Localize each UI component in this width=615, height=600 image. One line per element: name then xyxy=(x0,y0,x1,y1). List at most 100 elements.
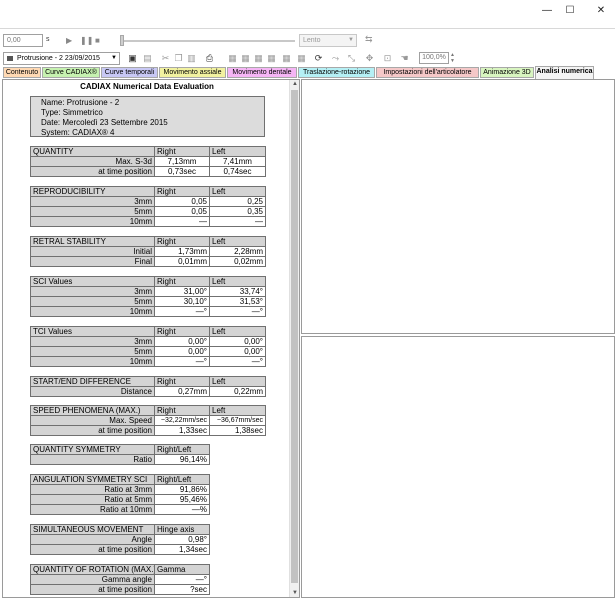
view-panel-bottom[interactable] xyxy=(301,336,615,598)
speed-phenomena-table: SPEED PHENOMENA (MAX.) Right Left Max. S… xyxy=(30,405,266,436)
stop-icon[interactable]: ■ xyxy=(95,35,100,46)
table-cell: —° xyxy=(154,356,210,367)
move-icon[interactable]: ✥ xyxy=(364,53,375,64)
tab-animazione-3d[interactable]: Animazione 3D xyxy=(480,67,534,78)
table-cell: 7,41mm xyxy=(209,156,266,167)
table-cell: —° xyxy=(154,574,210,585)
tab-movimento-dentale[interactable]: Movimento dentale xyxy=(227,67,297,78)
curve-tool-icon[interactable]: ⤳ xyxy=(330,53,341,64)
tab-analisi-numerica[interactable]: Analisi numerica xyxy=(535,66,594,79)
maximize-button[interactable]: ☐ xyxy=(560,3,580,19)
table-cell: 1,33sec xyxy=(154,425,210,436)
time-input[interactable]: 0,00 xyxy=(3,34,43,47)
row-label: 5mm xyxy=(30,206,155,217)
vertical-scrollbar[interactable]: ▲ ▼ xyxy=(289,80,299,597)
zoom-spinner-icon[interactable]: ▲ ▼ xyxy=(450,52,455,64)
tab-movimento-assiale[interactable]: Movimento assiale xyxy=(159,67,226,78)
row-label: at time position xyxy=(30,544,155,555)
record-select[interactable]: Protrusione - 2 23/09/2015 ▼ xyxy=(3,52,120,65)
table-header-cell: QUANTITY xyxy=(30,146,155,157)
info-name: Name: Protrusione - 2 xyxy=(41,98,120,107)
tci-values-table: TCI Values Right Left 3mm 0,00° 0,00° 5m… xyxy=(30,326,266,367)
row-label: at time position xyxy=(30,584,155,595)
minimize-button[interactable]: — xyxy=(537,3,557,19)
table-cell: —° xyxy=(209,306,266,317)
speed-select[interactable]: Lento ▼ xyxy=(299,34,357,47)
table-header-row: REPRODUCIBILITY Right Left xyxy=(30,186,266,197)
table-cell: —° xyxy=(209,356,266,367)
title-bar: — ☐ ✕ xyxy=(0,0,615,28)
reproducibility-table: REPRODUCIBILITY Right Left 3mm 0,05 0,25… xyxy=(30,186,266,227)
zoom-input[interactable]: 100,0% xyxy=(419,52,449,64)
row-label: 3mm xyxy=(30,286,155,297)
table-cell: 0,73sec xyxy=(154,166,210,177)
layout-5-icon[interactable]: ▦ xyxy=(281,53,292,64)
table-row: at time position 1,34sec xyxy=(30,544,210,555)
scroll-up-icon[interactable]: ▲ xyxy=(290,81,299,87)
table-header-cell: Left xyxy=(209,186,266,197)
rotation-quantity-table: QUANTITY OF ROTATION (MAX.) Gamma Gamma … xyxy=(30,564,210,595)
tab-curve-temporali[interactable]: Curve temporali xyxy=(101,67,158,78)
table-header-row: SCI Values Right Left xyxy=(30,276,266,287)
table-cell: 0,02mm xyxy=(209,256,266,267)
start-end-difference-table: START/END DIFFERENCE Right Left Distance… xyxy=(30,376,266,397)
timeline-slider-thumb[interactable] xyxy=(120,35,124,46)
chevron-down-icon: ▼ xyxy=(111,55,117,61)
grid-icon[interactable]: ▦ xyxy=(296,53,307,64)
close-button[interactable]: ✕ xyxy=(591,3,611,19)
info-type: Type: Simmetrico xyxy=(41,108,103,117)
scroll-down-icon[interactable]: ▼ xyxy=(290,590,299,596)
layout-4-icon[interactable]: ▦ xyxy=(266,53,277,64)
table-row: Final 0,01mm 0,02mm xyxy=(30,256,266,267)
tab-traslazione-rotazione[interactable]: Traslazione-rotazione xyxy=(298,67,375,78)
table-cell: 33,74° xyxy=(209,286,266,297)
measure-icon[interactable]: ⤡ xyxy=(346,53,357,64)
view-panel-top[interactable] xyxy=(301,79,615,334)
row-label: 5mm xyxy=(30,346,155,357)
sync-icon[interactable]: ⟳ xyxy=(313,53,324,64)
play-icon[interactable]: ▶ xyxy=(66,35,72,46)
layout-1-icon[interactable]: ▦ xyxy=(227,53,238,64)
save-icon[interactable]: ▣ xyxy=(127,53,138,64)
print-icon[interactable]: ⎙ xyxy=(204,53,215,64)
speed-select-value: Lento xyxy=(303,37,321,44)
table-header-cell: Left xyxy=(209,376,266,387)
tab-impostazioni-articolatore[interactable]: Impostazioni dell'articolatore xyxy=(376,67,479,78)
table-header-cell: REPRODUCIBILITY xyxy=(30,186,155,197)
scrollbar-thumb[interactable] xyxy=(291,90,298,583)
table-header-cell: Left xyxy=(209,146,266,157)
zoom-fit-icon[interactable]: ⊡ xyxy=(382,53,393,64)
table-cell: — xyxy=(209,216,266,227)
table-header-row: SIMULTANEOUS MOVEMENT Hinge axis xyxy=(30,524,210,535)
table-header-row: QUANTITY OF ROTATION (MAX.) Gamma xyxy=(30,564,210,575)
cut-icon[interactable]: ✂ xyxy=(160,53,171,64)
table-row: 10mm — — xyxy=(30,216,266,227)
sci-values-table: SCI Values Right Left 3mm 31,00° 33,74° … xyxy=(30,276,266,317)
table-header-cell: TCI Values xyxy=(30,326,155,337)
row-label: 10mm xyxy=(30,306,155,317)
timeline-slider[interactable] xyxy=(120,40,295,42)
table-row: 5mm 0,00° 0,00° xyxy=(30,346,266,357)
table-row: Ratio at 5mm 95,46% xyxy=(30,494,210,505)
table-header-row: SPEED PHENOMENA (MAX.) Right Left xyxy=(30,405,266,416)
table-header-row: TCI Values Right Left xyxy=(30,326,266,337)
tab-contenuto[interactable]: Contenuto xyxy=(3,67,41,78)
table-header-cell: Right/Left xyxy=(154,444,210,455)
tab-curve-cadiax[interactable]: Curve CADIAX® xyxy=(42,67,100,78)
table-header-cell: Right/Left xyxy=(154,474,210,485)
copy-icon[interactable]: ❐ xyxy=(173,53,184,64)
layout-2-icon[interactable]: ▦ xyxy=(240,53,251,64)
pause-icon[interactable]: ❚❚ xyxy=(80,35,93,46)
export-icon[interactable]: ▤ xyxy=(142,53,153,64)
hand-icon[interactable]: ☚ xyxy=(399,53,410,64)
loop-icon[interactable]: ⇆ xyxy=(365,34,373,45)
table-header-row: QUANTITY Right Left xyxy=(30,146,266,157)
table-row: Ratio at 3mm 91,86% xyxy=(30,484,210,495)
row-label: Distance xyxy=(30,386,155,397)
layout-3-icon[interactable]: ▦ xyxy=(253,53,264,64)
table-header-cell: SIMULTANEOUS MOVEMENT xyxy=(30,524,155,535)
table-header-cell: Right xyxy=(154,405,210,416)
table-cell: 1,38sec xyxy=(209,425,266,436)
paste-icon[interactable]: ▥ xyxy=(186,53,197,64)
table-cell: 0,74sec xyxy=(209,166,266,177)
